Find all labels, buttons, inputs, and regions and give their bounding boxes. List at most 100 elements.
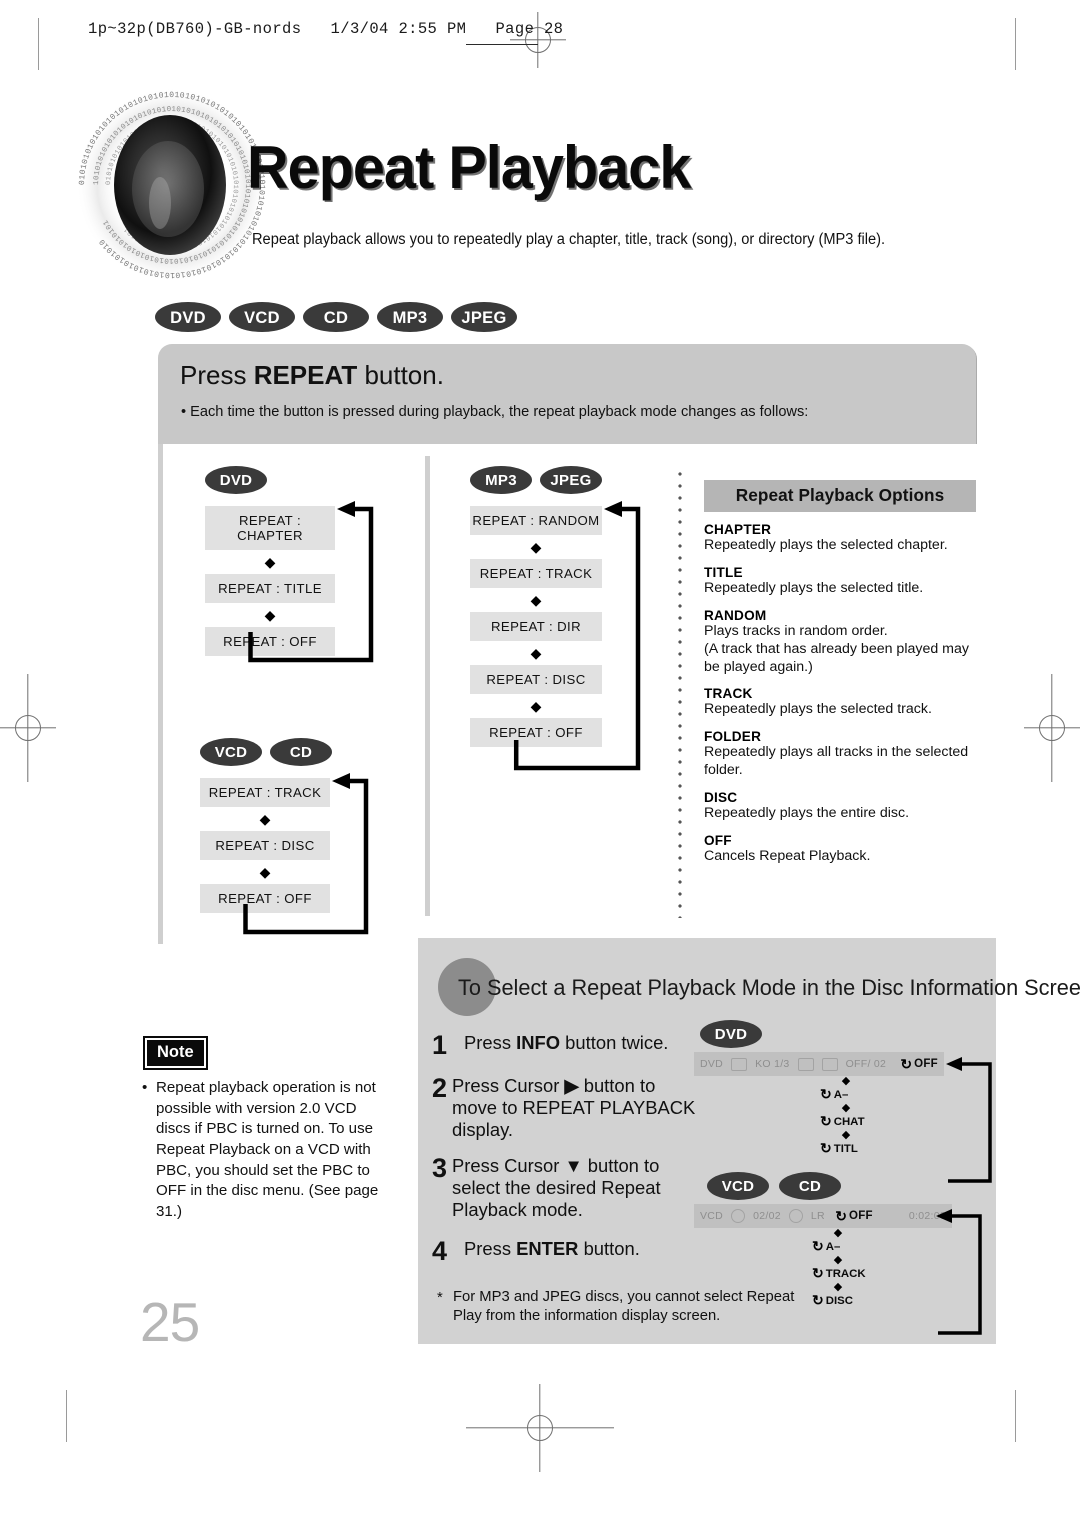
command-panel: Press REPEAT button. • Each time the but… <box>158 344 976 444</box>
osd-cycle-item: ↻ TRACK <box>812 1265 908 1282</box>
flow-arrow-icon: ◆ <box>264 554 276 570</box>
flow-steps: REPEAT : RANDOM ◆ REPEAT : TRACK ◆ REPEAT : … <box>470 506 602 747</box>
page-title: Repeat Playback <box>247 134 691 201</box>
osd-bar-text: KO 1/3 <box>755 1058 790 1070</box>
disc-badge-cd: CD <box>270 738 332 766</box>
disc-badge-dvd: DVD <box>155 302 221 332</box>
flow-step-box: REPEAT : OFF <box>205 627 335 656</box>
repeat-playback-options-panel: Repeat Playback Options CHAPTER Repeatedl… <box>704 480 976 866</box>
option-definition: Repeatedly plays the selected chapter. <box>704 537 948 553</box>
flow-arrow-icon: ◆ <box>264 607 276 623</box>
disc-badge-dvd: DVD <box>205 466 267 494</box>
footnote-star: * <box>437 1290 443 1306</box>
option-term: FOLDER <box>704 729 762 745</box>
flow-step-box: REPEAT : DISC <box>470 665 602 694</box>
osd-bar-text: 02/02 <box>753 1210 781 1222</box>
flow-arrow-icon: ◆ <box>841 1102 851 1114</box>
osd-cycle-label: TITL <box>833 1142 858 1155</box>
option-term: DISC <box>704 790 738 806</box>
flow-arrow-icon: ◆ <box>530 645 542 661</box>
flow-mp3-jpeg: MP3 JPEG REPEAT : RANDOM ◆ REPEAT : TRACK ◆ RE… <box>470 466 641 771</box>
step-text: Press INFO button twice. <box>464 1032 669 1053</box>
options-list: CHAPTER Repeatedly plays the selected cha… <box>704 522 976 866</box>
disc-badge-vcd: VCD <box>200 738 262 766</box>
step-text: Press ENTER button. <box>464 1238 640 1259</box>
dolby-digital-icon <box>797 1057 814 1071</box>
osd-bar-text: VCD <box>700 1210 724 1222</box>
flow-arrow-icon: ◆ <box>259 811 271 827</box>
osd-cycle-item: ↻ CHAT <box>820 1113 916 1130</box>
note-text: Repeat playback operation is not possibl… <box>156 1079 379 1221</box>
disc-badge-mp3: MP3 <box>377 302 443 332</box>
osd-repeat-cycle: ◆ ↻ A– ◆ ↻ CHAT ◆ ↻ TITL <box>820 1076 916 1157</box>
osd-cycle-label: CHAT <box>833 1115 865 1128</box>
registration-mark-left <box>0 674 56 782</box>
flow-arrow-icon: ◆ <box>259 864 271 880</box>
command-title-prefix: Press <box>180 360 254 390</box>
option-definition: Repeatedly plays the selected track. <box>704 701 932 718</box>
registration-mark-right <box>1024 674 1080 782</box>
flow-dvd: DVD REPEAT : CHAPTER ◆ REPEAT : TITLE ◆ REPEA… <box>205 466 374 663</box>
subtitle-icon <box>821 1057 838 1071</box>
osd-bar-text: LR <box>810 1210 825 1222</box>
osd-repeat-value: OFF <box>914 1058 938 1070</box>
footnote: * For MP3 and JPEG discs, you cannot sel… <box>437 1288 827 1326</box>
osd-repeat-status: ↻ OFF <box>900 1056 938 1073</box>
osd-bar-text: OFF/ 02 <box>845 1058 887 1070</box>
flow-step-box: REPEAT : OFF <box>470 718 602 747</box>
command-title: Press REPEAT button. <box>180 360 444 391</box>
repeat-icon: ↻ <box>820 1113 832 1129</box>
disc-icon <box>731 1209 746 1223</box>
column-divider <box>425 456 430 916</box>
step-number: 4 <box>432 1236 448 1266</box>
flow-step-box: REPEAT : CHAPTER <box>205 506 335 550</box>
instruction-step: 1 Press INFO button twice. <box>432 1032 702 1059</box>
repeat-icon: ↻ <box>900 1055 912 1072</box>
disc-badge-vcd: VCD <box>229 302 295 332</box>
print-slug: 1p~32p(DB760)-GB-nords 1/3/04 2:55 PM Pa… <box>88 20 564 38</box>
osd-info-bar: VCD 02/02 LR ↻ OFF 0:02:00 <box>694 1204 952 1228</box>
crop-line-right-top <box>1015 18 1017 70</box>
flow-steps: REPEAT : CHAPTER ◆ REPEAT : TITLE ◆ REPEAT :… <box>205 506 335 656</box>
print-slug-underline <box>466 44 538 46</box>
osd-cycle-label: A– <box>825 1240 841 1253</box>
osd-repeat-status: ↻ OFF <box>835 1208 873 1225</box>
osd-cycle-label: TRACK <box>825 1267 866 1280</box>
flow-step-box: REPEAT : DISC <box>200 831 330 860</box>
note-label: Note <box>143 1036 208 1070</box>
disc-badge-row: DVD VCD CD MP3 JPEG <box>155 302 517 332</box>
osd-loop-arrow <box>946 1057 992 1183</box>
option-term: TITLE <box>704 564 743 580</box>
dotted-divider <box>678 468 682 918</box>
flow-arrow-icon: ◆ <box>833 1254 843 1266</box>
flow-arrow-icon: ◆ <box>833 1227 843 1239</box>
repeat-icon: ↻ <box>812 1265 824 1281</box>
osd-cycle-item: ↻ DISC <box>812 1292 908 1309</box>
repeat-icon: ↻ <box>820 1140 832 1156</box>
flow-step-box: REPEAT : TRACK <box>470 559 602 588</box>
option-definition: Cancels Repeat Playback. <box>704 848 871 865</box>
instruction-step: 3 Press Cursor ▼ button to select the des… <box>432 1153 702 1221</box>
disc-info-heading: To Select a Repeat Playback Mode in the … <box>458 975 1080 1000</box>
page-number: 25 <box>140 1291 200 1353</box>
flow-step-box: REPEAT : RANDOM <box>470 506 602 535</box>
footnote-text: For MP3 and JPEG discs, you cannot selec… <box>453 1289 795 1325</box>
flow-arrow-icon: ◆ <box>530 592 542 608</box>
option-term: TRACK <box>704 686 753 702</box>
disc-badge-vcd: VCD <box>707 1172 769 1200</box>
flow-badges: VCD CD <box>200 738 332 766</box>
step-number: 1 <box>432 1030 448 1060</box>
flow-step-box: REPEAT : TITLE <box>205 574 335 603</box>
flow-arrow-icon: ◆ <box>833 1281 843 1293</box>
step-number: 2 <box>432 1073 448 1103</box>
instruction-step: 4 Press ENTER button. <box>432 1238 702 1265</box>
osd-badges: DVD <box>700 1020 762 1048</box>
disc-badge-dvd: DVD <box>700 1020 762 1048</box>
headphone-icon <box>788 1209 803 1223</box>
step-number: 3 <box>432 1153 448 1183</box>
osd-cycle-item: ↻ TITL <box>820 1140 916 1157</box>
crop-line-right-bottom <box>1015 1390 1017 1442</box>
disc-badge-jpeg: JPEG <box>451 302 517 332</box>
angle-icon <box>731 1057 748 1071</box>
flow-arrow-icon: ◆ <box>841 1129 851 1141</box>
